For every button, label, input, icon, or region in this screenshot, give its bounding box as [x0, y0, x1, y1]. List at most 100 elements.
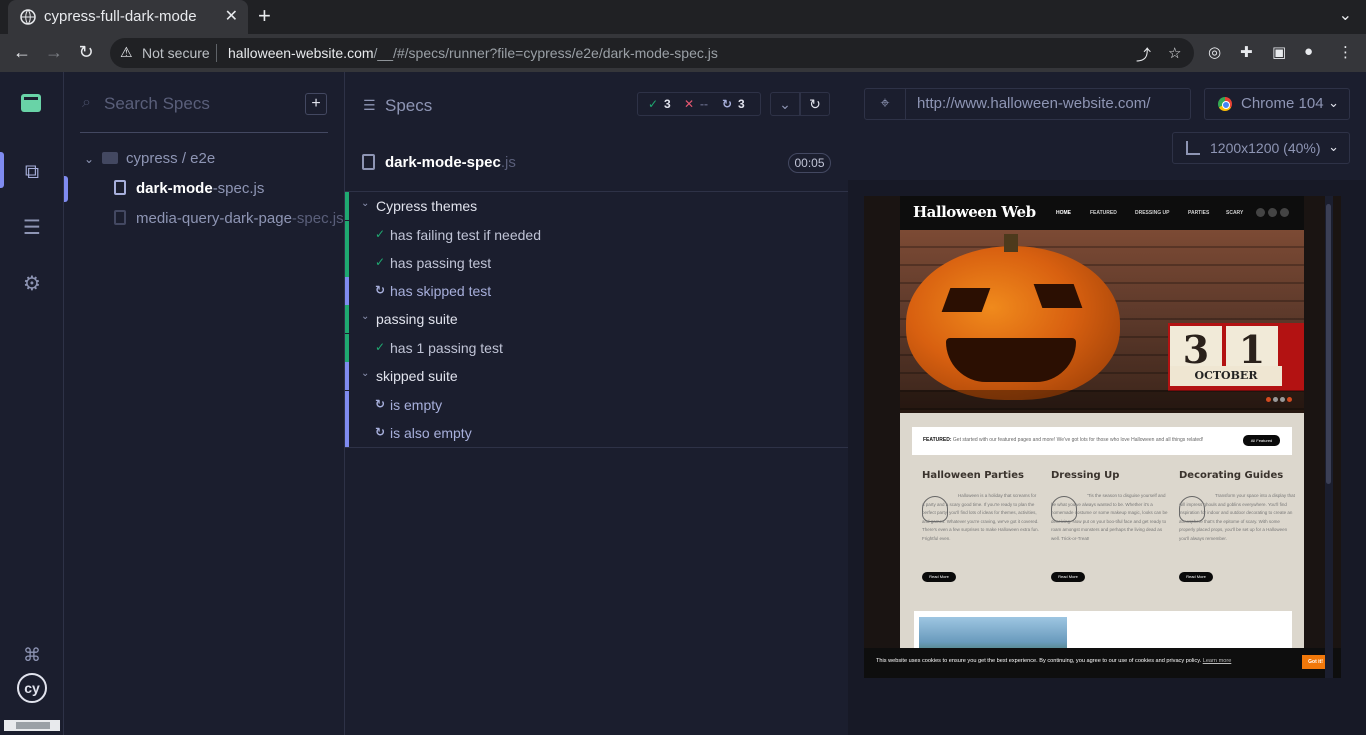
site-menu-home[interactable]: HOME [1056, 210, 1071, 216]
new-tab-button[interactable]: + [258, 3, 271, 29]
test-row[interactable]: ↻ is empty [345, 391, 848, 419]
profile-icon[interactable]: ● [1304, 43, 1313, 60]
tab-search-icon[interactable]: ⌄ [1339, 5, 1352, 25]
forward-icon[interactable]: → [42, 40, 66, 64]
slider-dot[interactable] [1280, 397, 1285, 402]
slider-dot[interactable] [1287, 397, 1292, 402]
site-menu-featured[interactable]: FEATURED [1090, 210, 1117, 216]
selector-playground-crosshair-icon[interactable]: ⌖ [864, 88, 906, 120]
rss-icon[interactable] [1280, 208, 1289, 217]
column-title[interactable]: Dressing Up [1051, 470, 1169, 481]
test-stats: ✓ 3 ✕ -- ↻ 3 [637, 92, 761, 116]
settings-gear-icon[interactable]: ⚙ [18, 270, 46, 298]
share-icon[interactable]: ⤴ [1136, 44, 1151, 65]
runs-nav-icon[interactable]: ☰ [18, 214, 46, 242]
globe-icon [20, 9, 36, 25]
site-menu-parties[interactable]: PARTIES [1188, 210, 1209, 216]
rerun-icon[interactable]: ↻ [800, 92, 830, 116]
cookie-banner: This website uses cookies to ensure you … [864, 648, 1341, 678]
spec-item-dark-mode[interactable]: dark-mode-spec.js [114, 180, 264, 197]
suite-row[interactable]: ⌄ Cypress themes [345, 192, 848, 220]
reload-icon[interactable]: ↻ [74, 40, 98, 64]
column-title[interactable]: Halloween Parties [922, 470, 1040, 481]
spec-ext: .js [500, 154, 516, 171]
read-more-button[interactable]: Read More [1179, 572, 1213, 582]
horizontal-scrollbar[interactable] [4, 720, 60, 731]
site-logo[interactable]: Halloween Web [913, 203, 1036, 221]
pumpkin-mouth [946, 338, 1076, 382]
collapse-sidebar-icon[interactable]: ☰ [363, 97, 376, 114]
passed-check-icon: ✓ [648, 97, 659, 111]
suite-row[interactable]: ⌄ passing suite [345, 305, 848, 333]
aut-url-field[interactable]: http://www.halloween-website.com/ [905, 88, 1191, 120]
spec-item-media-query[interactable]: media-query-dark-page-spec.js [114, 210, 344, 227]
suite-row[interactable]: ⌄ skipped suite [345, 362, 848, 390]
chevron-down-icon[interactable]: ⌄ [770, 92, 800, 116]
featured-bar: FEATURED: Get started with our featured … [912, 427, 1292, 455]
test-row[interactable]: ✓ has failing test if needed [345, 221, 848, 249]
chevron-down-icon: ⌄ [361, 198, 370, 209]
divider [216, 44, 217, 62]
chevron-down-icon: ⌄ [361, 368, 370, 379]
address-url[interactable]: halloween-website.com/__/#/specs/runner?… [228, 45, 718, 61]
search-specs-input[interactable] [104, 92, 304, 116]
close-tab-icon[interactable]: ✕ [225, 6, 238, 26]
left-nav: ⧉ ☰ ⚙ ⌘ cy [0, 72, 64, 735]
extension-icon[interactable]: ◎ [1208, 43, 1221, 61]
current-spec-name[interactable]: dark-mode-spec.js [385, 154, 516, 171]
side-panel-icon[interactable]: ▣ [1272, 43, 1286, 61]
reporter-title[interactable]: Specs [385, 96, 432, 116]
test-row[interactable]: ↻ is also empty [345, 419, 848, 447]
test-row[interactable]: ✓ has passing test [345, 249, 848, 277]
scrollbar-thumb[interactable] [16, 722, 50, 729]
url-path: /__/#/specs/runner?file=cypress/e2e/dark… [373, 45, 718, 61]
read-more-button[interactable]: Read More [922, 572, 956, 582]
project-logo-icon[interactable] [21, 94, 41, 112]
slider-dot[interactable] [1266, 397, 1271, 402]
column-text: Transform your space into a display that… [1179, 493, 1295, 541]
aut-scrollbar[interactable] [1325, 196, 1333, 678]
cypress-logo-icon[interactable]: cy [17, 673, 47, 703]
site-menu-scary[interactable]: SCARY [1226, 210, 1243, 216]
puzzle-icon[interactable]: ✚ [1240, 43, 1253, 61]
address-bar[interactable]: ⚠ Not secure halloween-website.com/__/#/… [110, 38, 1194, 68]
warning-icon[interactable]: ⚠ [120, 44, 133, 61]
back-icon[interactable]: ← [10, 40, 34, 64]
check-icon: ✓ [375, 227, 386, 241]
browser-tab[interactable]: cypress-full-dark-mode ✕ [8, 0, 248, 34]
cypress-app: ⧉ ☰ ⚙ ⌘ cy ⌕ + ⌄cypress / e2e dark-mode-… [0, 72, 1366, 735]
specs-nav-icon[interactable]: ⧉ [18, 158, 46, 186]
aut-iframe[interactable]: Halloween Web HOME FEATURED DRESSING UP … [864, 196, 1341, 678]
viewport-info[interactable]: 1200x1200 (40%) ⌄ [1172, 132, 1350, 164]
facebook-icon[interactable] [1268, 208, 1277, 217]
twitter-icon[interactable] [1256, 208, 1265, 217]
test-row[interactable]: ✓ has 1 passing test [345, 334, 848, 362]
bookmark-star-icon[interactable]: ☆ [1168, 44, 1181, 62]
featured-label: FEATURED: [923, 437, 952, 443]
not-secure-label[interactable]: Not secure [142, 45, 210, 61]
status-bar [345, 221, 349, 249]
learn-more-link[interactable]: Learn more [1203, 658, 1232, 664]
slider-dot[interactable] [1273, 397, 1278, 402]
spec-name: dark-mode [136, 180, 213, 197]
status-bar [345, 391, 349, 419]
folder-row[interactable]: ⌄ cypress / e2e [84, 150, 215, 167]
divider [80, 132, 328, 133]
command-log-reporter: ☰ Specs ✓ 3 ✕ -- ↻ 3 ⌄ ↻ dark-mode-spec.… [345, 72, 848, 735]
scrollbar-thumb[interactable] [1326, 204, 1331, 484]
status-bar [345, 192, 349, 220]
keyboard-shortcuts-icon[interactable]: ⌘ [18, 641, 46, 669]
test-row[interactable]: ↻ has skipped test [345, 277, 848, 305]
site-navbar: Halloween Web HOME FEATURED DRESSING UP … [900, 196, 1304, 230]
new-spec-button[interactable]: + [305, 93, 327, 115]
browser-select[interactable]: Chrome 104 ⌄ [1204, 88, 1350, 120]
all-featured-button[interactable]: All Featured [1243, 435, 1280, 446]
browser-toolbar: ← → ↻ ⚠ Not secure halloween-website.com… [0, 34, 1366, 72]
spec-ext: -spec.js [291, 210, 344, 227]
pumpkin-stem [1004, 234, 1018, 252]
menu-icon[interactable]: ⋮ [1338, 43, 1353, 61]
read-more-button[interactable]: Read More [1051, 572, 1085, 582]
site-menu-dressing-up[interactable]: DRESSING UP [1135, 210, 1169, 216]
column-title[interactable]: Decorating Guides [1179, 470, 1297, 481]
calendar-month: OCTOBER [1170, 366, 1282, 386]
